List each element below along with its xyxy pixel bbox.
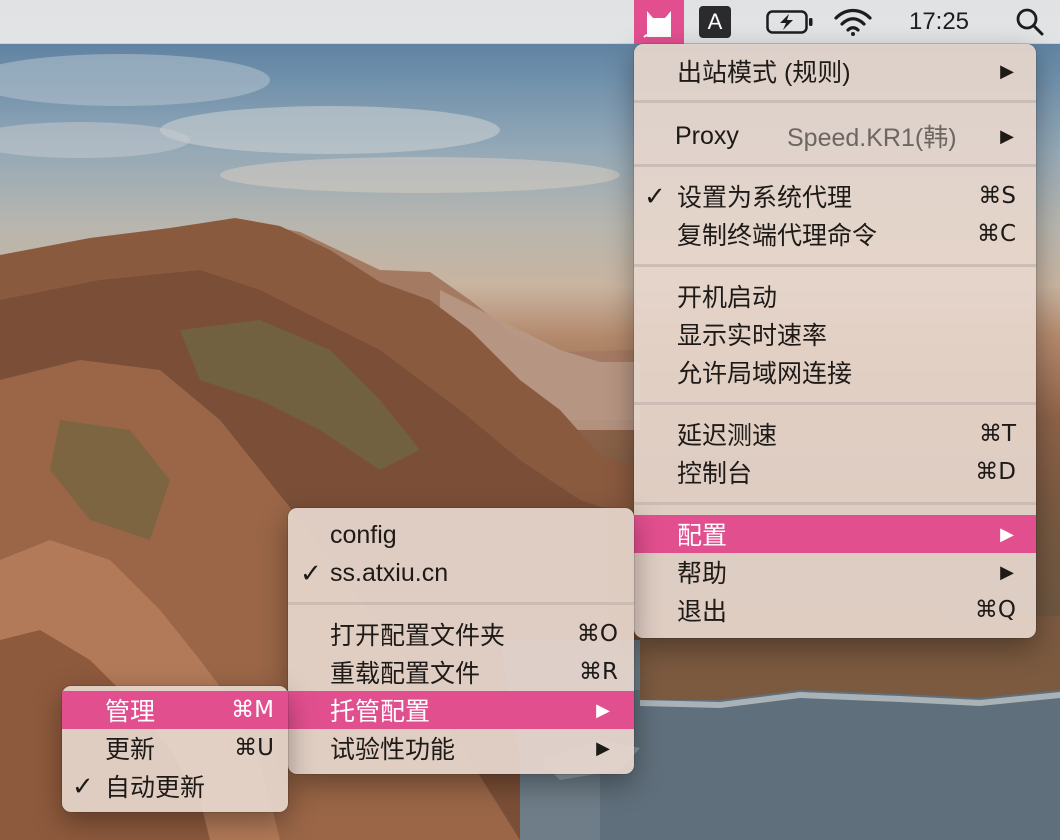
submenu-arrow-icon: ▶ xyxy=(1000,561,1014,582)
menu-item-help[interactable]: 帮助 ▶ xyxy=(634,553,1036,591)
dashboard-label: 控制台 xyxy=(677,460,753,488)
menu-separator xyxy=(634,100,1036,103)
menu-item-dashboard[interactable]: 控制台 ⌘D xyxy=(634,453,1036,491)
checkmark-icon: ✓ xyxy=(644,180,666,211)
menu-item-show-speed[interactable]: 显示实时速率 xyxy=(634,315,1036,353)
menu-item-config-file[interactable]: config xyxy=(288,516,634,554)
menu-separator xyxy=(634,164,1036,167)
menu-item-manage[interactable]: 管理 ⌘M xyxy=(62,691,288,729)
wifi-status-item[interactable] xyxy=(830,0,876,44)
menu-bar: A 17:25 xyxy=(0,0,1060,44)
managed-config-submenu: 管理 ⌘M 更新 ⌘U ✓ 自动更新 xyxy=(62,686,288,812)
reload-config-label: 重载配置文件 xyxy=(330,660,481,688)
outbound-mode-label: 出站模式 (规则) xyxy=(677,59,851,87)
shortcut-label: ⌘C xyxy=(976,221,1016,247)
menu-item-set-system-proxy[interactable]: ✓ 设置为系统代理 ⌘S xyxy=(634,177,1036,215)
menu-item-copy-terminal-command[interactable]: 复制终端代理命令 ⌘C xyxy=(634,215,1036,253)
menu-item-ss-config[interactable]: ✓ ss.atxiu.cn xyxy=(288,554,634,592)
launch-at-login-label: 开机启动 xyxy=(677,284,778,312)
shortcut-label: ⌘M xyxy=(231,697,274,723)
managed-config-label: 托管配置 xyxy=(330,698,431,726)
wifi-icon xyxy=(834,8,872,36)
spotlight-item[interactable] xyxy=(1012,0,1048,44)
open-config-folder-label: 打开配置文件夹 xyxy=(330,622,506,650)
menu-separator xyxy=(288,602,634,605)
menu-item-auto-update[interactable]: ✓ 自动更新 xyxy=(62,767,288,805)
spotlight-search-icon xyxy=(1016,8,1044,36)
battery-status-item[interactable] xyxy=(764,0,816,44)
show-speed-label: 显示实时速率 xyxy=(677,322,828,350)
latency-test-label: 延迟测速 xyxy=(677,422,778,450)
menu-item-experimental[interactable]: 试验性功能 ▶ xyxy=(288,729,634,767)
config-file-label: config xyxy=(330,520,397,549)
clash-main-menu: 出站模式 (规则) ▶ Proxy Speed.KR1(韩) ▶ ✓ 设置为系统… xyxy=(634,44,1036,638)
menu-item-launch-at-login[interactable]: 开机启动 xyxy=(634,277,1036,315)
quit-label: 退出 xyxy=(677,598,728,626)
cat-icon xyxy=(643,11,671,38)
menu-separator xyxy=(634,502,1036,505)
checkmark-icon: ✓ xyxy=(300,557,322,588)
experimental-label: 试验性功能 xyxy=(330,736,456,764)
menu-item-open-config-folder[interactable]: 打开配置文件夹 ⌘O xyxy=(288,615,634,653)
menu-item-update[interactable]: 更新 ⌘U xyxy=(62,729,288,767)
shortcut-label: ⌘R xyxy=(579,659,618,685)
shortcut-label: ⌘T xyxy=(978,421,1016,447)
input-method-indicator: A xyxy=(699,6,731,38)
manage-label: 管理 xyxy=(105,698,156,726)
submenu-arrow-icon: ▶ xyxy=(1000,125,1014,146)
battery-charging-icon xyxy=(766,10,813,34)
submenu-arrow-icon: ▶ xyxy=(596,737,610,758)
submenu-arrow-icon: ▶ xyxy=(596,699,610,720)
checkmark-icon: ✓ xyxy=(72,770,94,801)
allow-lan-label: 允许局域网连接 xyxy=(677,360,853,388)
proxy-label: Proxy xyxy=(675,121,739,150)
shortcut-label: ⌘Q xyxy=(974,597,1016,623)
update-label: 更新 xyxy=(105,736,156,764)
proxy-current-value: Speed.KR1(韩) xyxy=(787,124,957,152)
menu-item-latency-test[interactable]: 延迟测速 ⌘T xyxy=(634,415,1036,453)
submenu-arrow-icon: ▶ xyxy=(1000,523,1014,544)
help-label: 帮助 xyxy=(677,560,728,588)
submenu-arrow-icon: ▶ xyxy=(1000,60,1014,81)
shortcut-label: ⌘S xyxy=(978,183,1016,209)
clock[interactable]: 17:25 xyxy=(896,0,982,44)
menu-item-config[interactable]: 配置 ▶ xyxy=(634,515,1036,553)
menu-item-outbound-mode[interactable]: 出站模式 (规则) ▶ xyxy=(634,52,1036,90)
menu-item-allow-lan[interactable]: 允许局域网连接 xyxy=(634,353,1036,391)
menu-separator xyxy=(634,402,1036,405)
menu-item-proxy[interactable]: Proxy Speed.KR1(韩) ▶ xyxy=(634,117,1036,155)
menu-item-reload-config[interactable]: 重载配置文件 ⌘R xyxy=(288,653,634,691)
menu-item-managed-config[interactable]: 托管配置 ▶ xyxy=(288,691,634,729)
set-system-proxy-label: 设置为系统代理 xyxy=(677,184,853,212)
ss-config-label: ss.atxiu.cn xyxy=(330,558,449,587)
config-label: 配置 xyxy=(677,522,728,550)
shortcut-label: ⌘U xyxy=(234,735,274,761)
menu-separator xyxy=(634,264,1036,267)
config-submenu: config ✓ ss.atxiu.cn 打开配置文件夹 ⌘O 重载配置文件 ⌘… xyxy=(288,508,634,774)
auto-update-label: 自动更新 xyxy=(105,774,206,802)
clash-status-item[interactable] xyxy=(634,0,684,44)
copy-terminal-command-label: 复制终端代理命令 xyxy=(677,222,878,250)
shortcut-label: ⌘D xyxy=(975,459,1016,485)
shortcut-label: ⌘O xyxy=(576,621,618,647)
input-method-item[interactable]: A xyxy=(698,0,732,44)
menu-item-quit[interactable]: 退出 ⌘Q xyxy=(634,591,1036,629)
